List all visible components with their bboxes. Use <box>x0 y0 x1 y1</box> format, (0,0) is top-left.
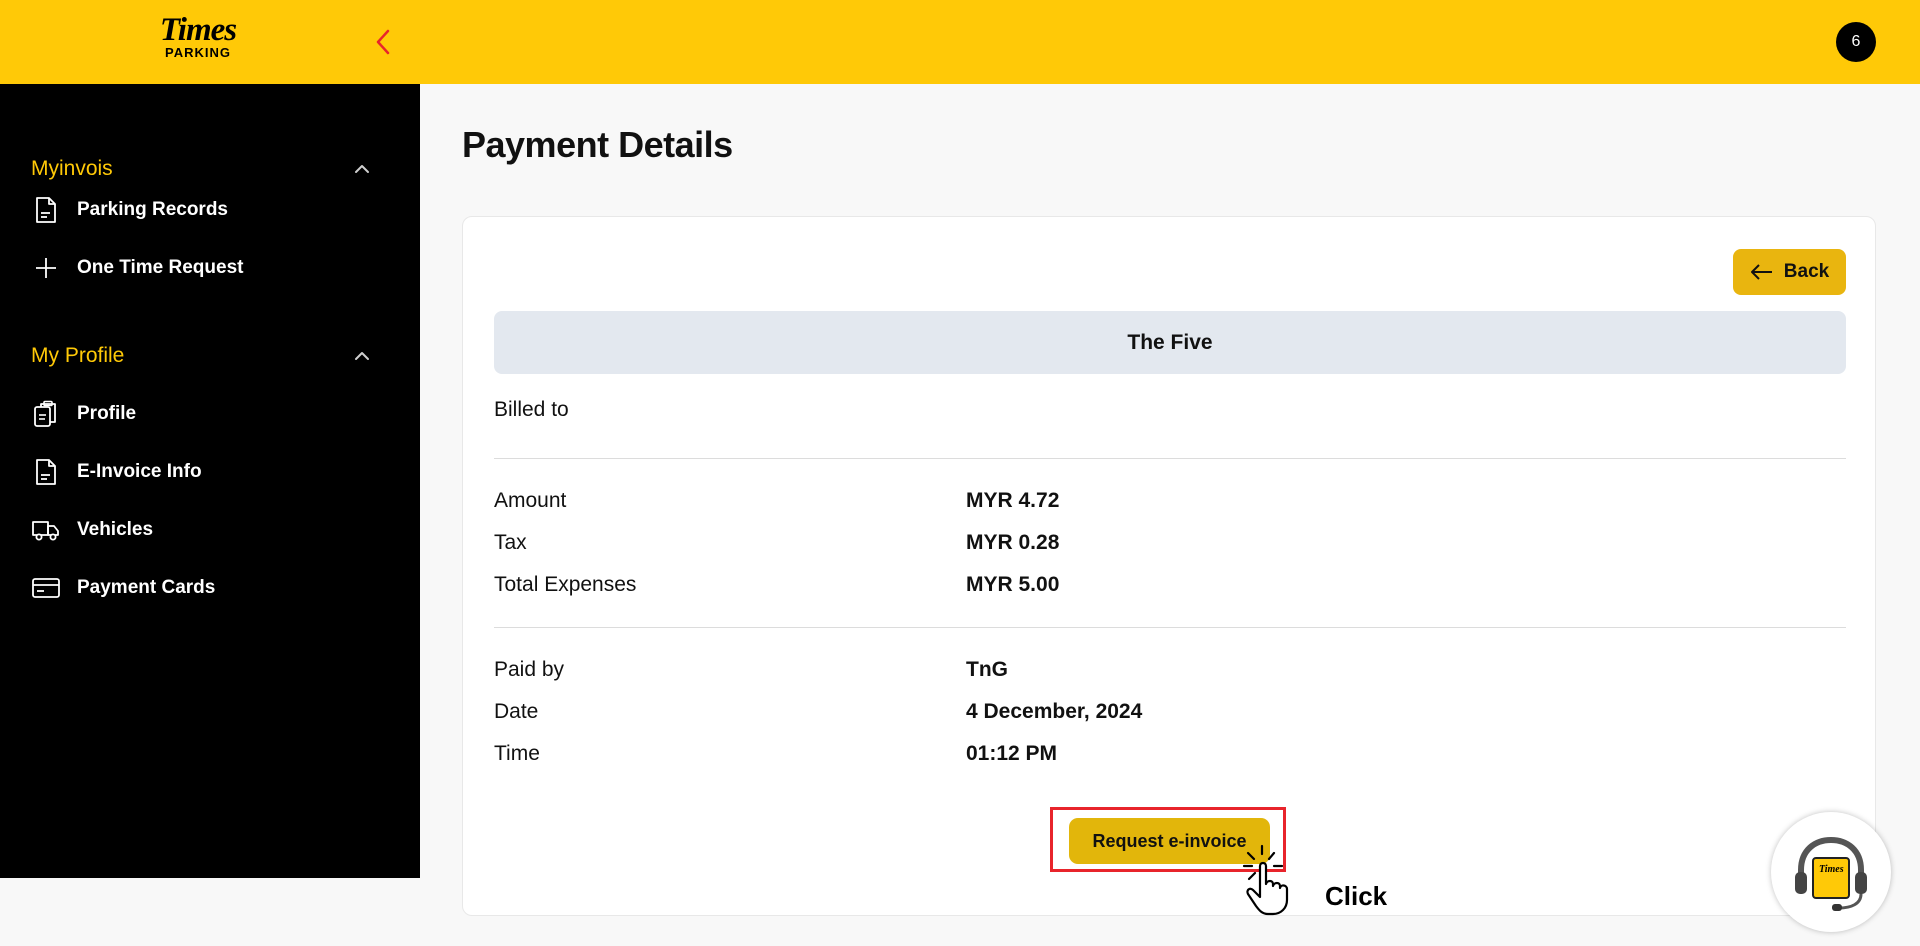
back-button[interactable]: Back <box>1733 249 1846 295</box>
document-icon <box>31 195 61 225</box>
location-banner: The Five <box>494 311 1846 374</box>
date-label: Date <box>494 700 539 723</box>
chevron-left-icon <box>376 29 390 55</box>
sidebar-item-parking-records[interactable]: Parking Records <box>31 190 371 230</box>
sidebar-item-label: Profile <box>77 403 137 424</box>
sidebar-item-payment-cards[interactable]: Payment Cards <box>31 568 371 608</box>
date-value: 4 December, 2024 <box>966 700 1143 723</box>
time-label: Time <box>494 742 540 765</box>
chevron-up-icon <box>355 165 369 173</box>
arrow-left-icon <box>1750 264 1772 280</box>
truck-icon <box>31 515 61 545</box>
credit-card-icon <box>31 573 61 603</box>
billed-to-label: Billed to <box>494 398 569 421</box>
collapse-sidebar-button[interactable] <box>368 26 398 58</box>
logo-main-text: Times <box>159 12 237 48</box>
sidebar: Myinvois Parking Records One Time Reques… <box>0 84 420 878</box>
top-bar: Times PARKING 6 <box>0 0 1920 84</box>
paid-by-label: Paid by <box>494 658 565 681</box>
sidebar-item-label: E-Invoice Info <box>77 461 202 482</box>
section-my-profile-header[interactable]: My Profile <box>31 338 371 374</box>
hand-pointer-icon <box>1242 844 1289 916</box>
time-value: 01:12 PM <box>966 742 1058 765</box>
sidebar-item-label: Vehicles <box>77 519 154 540</box>
page-title: Payment Details <box>462 124 733 165</box>
notification-badge[interactable]: 6 <box>1836 22 1876 62</box>
logo-sub-text: PARKING <box>165 45 231 60</box>
paid-by-value: TnG <box>966 658 1008 681</box>
support-logo-text: Times <box>1819 864 1844 875</box>
tax-value: MYR 0.28 <box>966 531 1060 554</box>
sidebar-item-profile[interactable]: Profile <box>31 394 371 434</box>
back-label: Back <box>1783 261 1830 282</box>
tax-label: Tax <box>494 531 527 554</box>
times-parking-logo[interactable]: Times PARKING <box>146 14 250 60</box>
sidebar-item-label: One Time Request <box>77 257 244 278</box>
plus-icon <box>31 253 61 283</box>
sidebar-item-label: Payment Cards <box>77 577 216 598</box>
total-expenses-value: MYR 5.00 <box>966 573 1060 596</box>
sidebar-item-e-invoice-info[interactable]: E-Invoice Info <box>31 452 371 492</box>
total-expenses-label: Total Expenses <box>494 573 637 596</box>
section-title: Myinvois <box>31 157 113 180</box>
sidebar-item-label: Parking Records <box>77 199 228 220</box>
support-chat-widget[interactable]: Times <box>1771 812 1891 932</box>
section-title: My Profile <box>31 344 125 367</box>
divider <box>494 458 1846 459</box>
sidebar-item-vehicles[interactable]: Vehicles <box>31 510 371 550</box>
chevron-up-icon <box>355 352 369 360</box>
section-myinvois-header[interactable]: Myinvois <box>31 151 371 187</box>
clipboard-icon <box>31 399 61 429</box>
sidebar-item-one-time-request[interactable]: One Time Request <box>31 248 371 288</box>
document-icon <box>31 457 61 487</box>
amount-label: Amount <box>494 489 567 512</box>
amount-value: MYR 4.72 <box>966 489 1060 512</box>
divider <box>494 627 1846 628</box>
click-annotation-label: Click <box>1325 881 1388 911</box>
